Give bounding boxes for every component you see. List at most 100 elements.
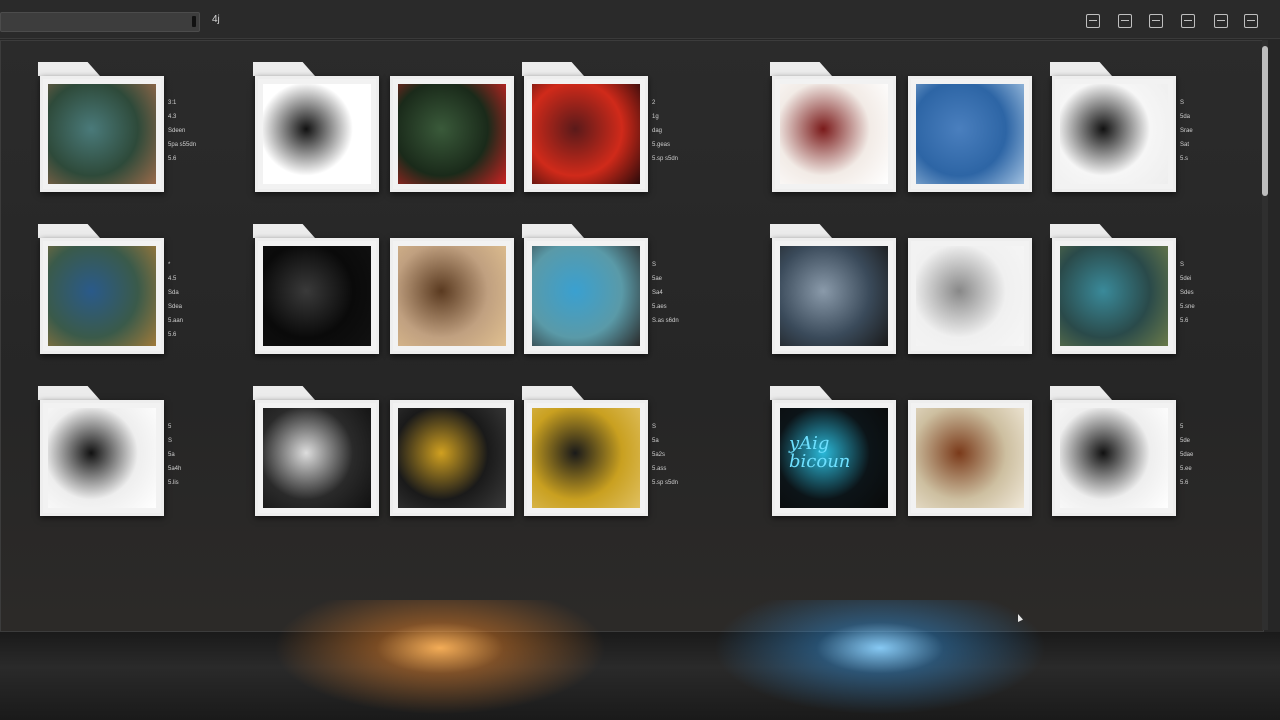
folder-thumbnail[interactable] xyxy=(255,238,379,354)
folder-thumbnail[interactable] xyxy=(40,76,164,192)
folder-thumbnail[interactable] xyxy=(255,76,379,192)
metadata-line: dag xyxy=(652,128,663,134)
metadata-line: 5da xyxy=(1180,114,1191,120)
folder-thumbnail[interactable] xyxy=(390,238,514,354)
metadata-line: Sdes xyxy=(1180,290,1194,296)
thumbnail-image xyxy=(263,246,371,346)
folder-thumbnail[interactable] xyxy=(524,400,648,516)
folder-thumbnail[interactable] xyxy=(1052,400,1176,516)
scroll-thumb[interactable] xyxy=(1262,46,1268,196)
metadata-line: Sat xyxy=(1180,142,1190,148)
metadata-line: 3:1 xyxy=(168,100,177,106)
thumbnail-image xyxy=(1060,84,1168,184)
metadata-line: Sdeen xyxy=(168,128,186,134)
folder-thumbnail[interactable]: yAig bicoun xyxy=(772,400,896,516)
neon-caption: yAig bicoun xyxy=(789,435,850,471)
metadata-line: 5 xyxy=(168,424,172,430)
folder-thumbnail[interactable] xyxy=(1052,76,1176,192)
folder-thumbnail[interactable] xyxy=(40,238,164,354)
thumbnail-image xyxy=(532,408,640,508)
folder-thumbnail[interactable] xyxy=(524,238,648,354)
metadata-line: 5.lis xyxy=(168,480,179,486)
gallery-icon[interactable] xyxy=(1181,14,1195,28)
file-metadata: S 5a 5a2s 5.ass 5.sp s5dn xyxy=(652,420,712,490)
file-metadata: S 5da Srae Sat 5.s xyxy=(1180,96,1240,166)
grid-icon[interactable] xyxy=(1118,14,1132,28)
metadata-line: S.as s6dn xyxy=(652,318,679,324)
metadata-line: S xyxy=(652,424,657,430)
thumbnail-image xyxy=(1060,246,1168,346)
file-metadata: * 4.5 Sda Sdea 5.aan 5.6 xyxy=(168,258,228,342)
list-icon[interactable] xyxy=(1149,14,1163,28)
metadata-line: 5a2s xyxy=(652,452,666,458)
folder-thumbnail[interactable] xyxy=(1052,238,1176,354)
metadata-line: 5.ass xyxy=(652,466,667,472)
path-input[interactable] xyxy=(0,12,200,32)
reflective-floor xyxy=(0,632,1280,720)
blue-light-glow xyxy=(700,600,1060,720)
thumbnail-image xyxy=(48,246,156,346)
folder-thumbnail[interactable] xyxy=(40,400,164,516)
metadata-line: 2 xyxy=(652,100,656,106)
thumbnail-image xyxy=(532,84,640,184)
neon-line-2: bicoun xyxy=(789,451,851,472)
metadata-line: 5ae xyxy=(652,276,663,282)
folder-thumbnail[interactable] xyxy=(390,76,514,192)
orange-light-glow xyxy=(260,600,620,720)
metadata-line: 1g xyxy=(652,114,659,120)
thumbnail-image xyxy=(263,84,371,184)
toolbar: 4j xyxy=(0,0,1280,39)
folder-thumbnail[interactable] xyxy=(908,400,1032,516)
metadata-line: 5a xyxy=(652,438,659,444)
metadata-line: 5.6 xyxy=(1180,318,1189,324)
view-icon[interactable] xyxy=(1086,14,1100,28)
metadata-line: 5dae xyxy=(1180,452,1194,458)
scrollbar[interactable] xyxy=(1262,40,1268,630)
metadata-line: 5.geas xyxy=(652,142,671,148)
file-metadata: 3:1 4.3 Sdeen 5pa s55dn 5.6 xyxy=(168,96,228,166)
metadata-line: 5.sne xyxy=(1180,304,1195,310)
info-icon[interactable] xyxy=(1214,14,1228,28)
path-grip-icon xyxy=(192,16,196,27)
file-metadata: 2 1g dag 5.geas 5.sp s5dn xyxy=(652,96,712,166)
metadata-line: S xyxy=(168,438,173,444)
metadata-line: 5.sp s5dn xyxy=(652,480,679,486)
metadata-line: 4.5 xyxy=(168,276,177,282)
metadata-line: 5de xyxy=(1180,438,1191,444)
metadata-line: 5.aes xyxy=(652,304,667,310)
thumbnail-image xyxy=(916,408,1024,508)
thumbnail-image xyxy=(780,246,888,346)
thumbnail-image xyxy=(398,84,506,184)
thumbnail-image xyxy=(48,84,156,184)
metadata-line: 5.6 xyxy=(168,332,177,338)
file-metadata: 5 S 5a 5a4h 5.lis xyxy=(168,420,228,490)
file-browser-window: 4j 3:1 4.3 Sdeen 5pa s55dn 5.6 2 1g dag 5.geas 5.… xyxy=(0,0,1280,720)
thumbnail-image xyxy=(1060,408,1168,508)
metadata-line: 5.aan xyxy=(168,318,184,324)
folder-thumbnail[interactable] xyxy=(390,400,514,516)
folder-thumbnail[interactable] xyxy=(772,76,896,192)
metadata-line: 5.6 xyxy=(1180,480,1189,486)
metadata-line: 5.6 xyxy=(168,156,177,162)
metadata-line: Sa4 xyxy=(652,290,663,296)
close-icon[interactable] xyxy=(1244,14,1258,28)
metadata-line: 5.sp s5dn xyxy=(652,156,679,162)
folder-thumbnail[interactable] xyxy=(908,76,1032,192)
folder-thumbnail[interactable] xyxy=(772,238,896,354)
thumbnail-image xyxy=(398,408,506,508)
thumbnail-image xyxy=(48,408,156,508)
metadata-line: 5pa s55dn xyxy=(168,142,197,148)
folder-thumbnail[interactable] xyxy=(908,238,1032,354)
metadata-line: Sda xyxy=(168,290,179,296)
metadata-line: 5.ee xyxy=(1180,466,1192,472)
thumbnail-image xyxy=(916,246,1024,346)
metadata-line: Sdea xyxy=(168,304,183,310)
folder-thumbnail[interactable] xyxy=(524,76,648,192)
metadata-line: 5.s xyxy=(1180,156,1189,162)
file-metadata: 5 5de 5dae 5.ee 5.6 xyxy=(1180,420,1240,490)
metadata-line: 5a4h xyxy=(168,466,182,472)
thumbnail-image xyxy=(263,408,371,508)
folder-thumbnail[interactable] xyxy=(255,400,379,516)
metadata-line: 4.3 xyxy=(168,114,177,120)
thumbnail-image xyxy=(780,84,888,184)
